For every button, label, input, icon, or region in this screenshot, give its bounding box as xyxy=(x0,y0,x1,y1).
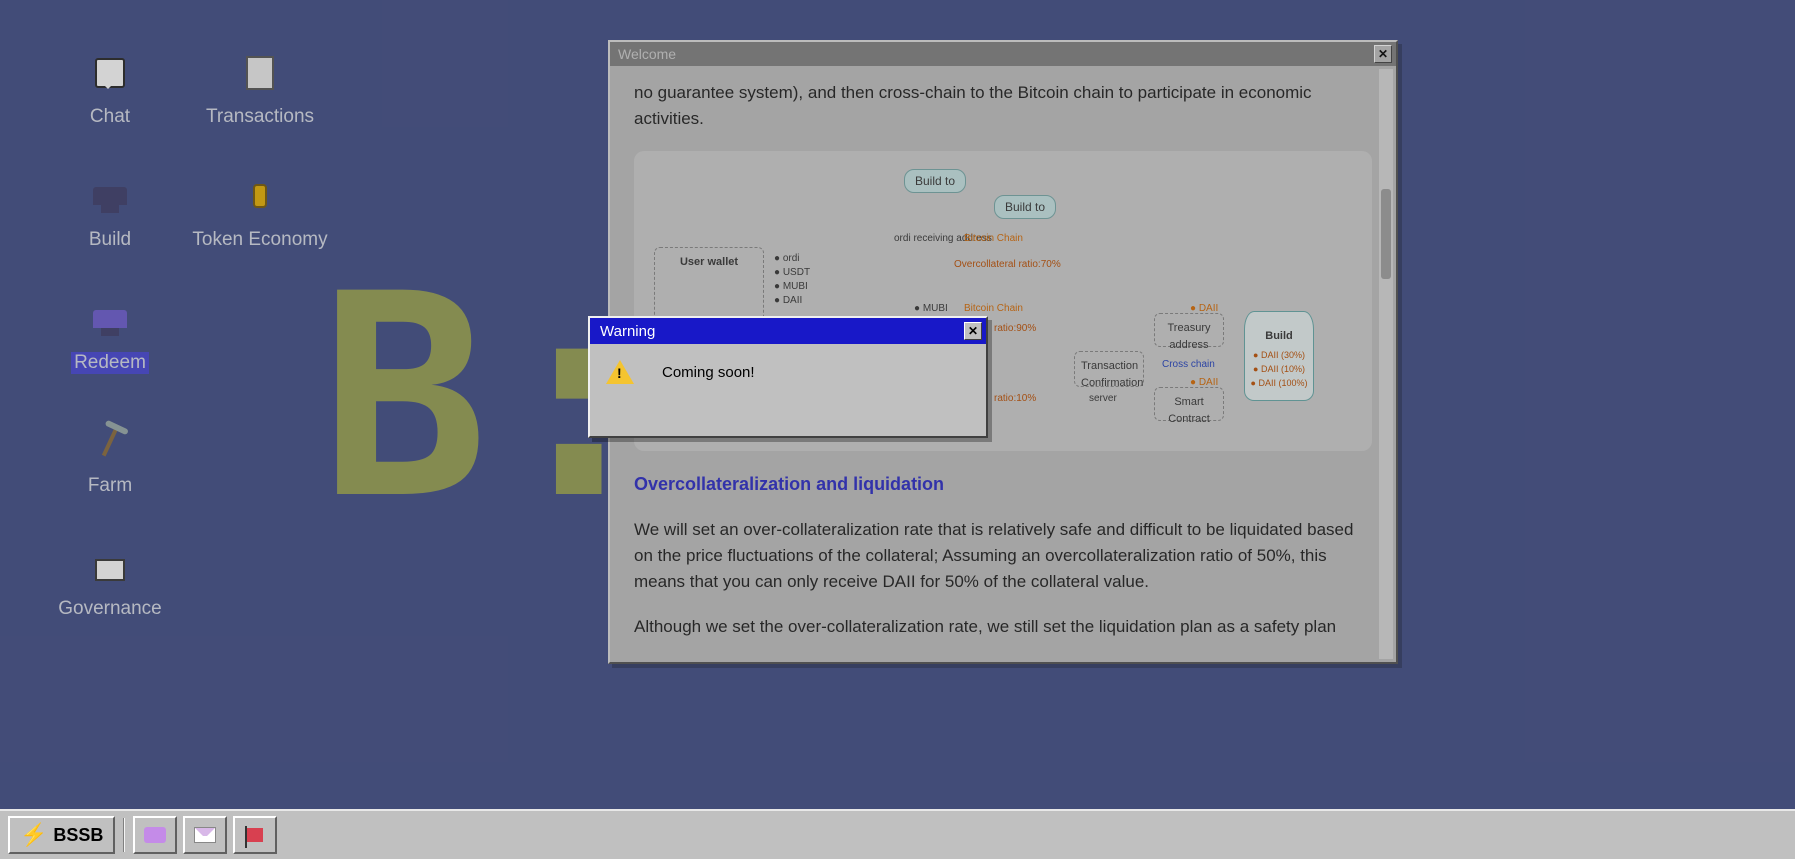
icon-label: Build xyxy=(89,229,131,251)
build-icon xyxy=(85,173,135,219)
desktop-icon-farm[interactable]: Farm xyxy=(40,419,180,497)
taskbar-messages-button[interactable] xyxy=(133,816,177,854)
paragraph: Although we set the over-collateralizati… xyxy=(634,614,1372,640)
pickaxe-icon xyxy=(85,419,135,465)
taskbar: ⚡ BSSB xyxy=(0,809,1795,859)
flag-icon xyxy=(247,828,263,842)
coin-icon xyxy=(235,173,285,219)
welcome-titlebar[interactable]: Welcome ✕ xyxy=(610,42,1396,66)
icon-label: Transactions xyxy=(206,106,314,128)
lightning-icon: ⚡ xyxy=(20,822,47,848)
modal-title: Warning xyxy=(600,323,655,340)
start-label: BSSB xyxy=(53,825,103,846)
section-heading: Overcollateralization and liquidation xyxy=(634,471,1372,499)
redeem-icon xyxy=(85,296,135,342)
diagram-cylinder-build: Build ● DAII (30%) ● DAII (10%) ● DAII (… xyxy=(1244,311,1314,401)
scrollbar[interactable] xyxy=(1379,69,1393,659)
desktop-icon-redeem[interactable]: Redeem xyxy=(40,296,180,374)
close-button[interactable]: ✕ xyxy=(1374,45,1392,63)
warning-modal: Warning ✕ Coming soon! xyxy=(588,316,988,438)
document-icon xyxy=(235,50,285,96)
warning-message: Coming soon! xyxy=(662,364,755,381)
start-button[interactable]: ⚡ BSSB xyxy=(8,816,115,854)
desktop-icons: Chat Transactions Build Token Economy Re… xyxy=(40,50,370,620)
message-icon xyxy=(144,827,166,843)
close-button[interactable]: ✕ xyxy=(964,322,982,340)
mail-icon xyxy=(194,827,216,843)
icon-label: Token Economy xyxy=(192,229,327,251)
desktop-icon-transactions[interactable]: Transactions xyxy=(190,50,330,128)
diagram-box-tx: Transaction Confirmation xyxy=(1074,351,1144,387)
diagram-pill: Build to xyxy=(994,195,1056,220)
scrollbar-thumb[interactable] xyxy=(1381,189,1391,279)
warning-titlebar[interactable]: Warning ✕ xyxy=(590,318,986,344)
desktop-icon-governance[interactable]: Governance xyxy=(40,542,180,620)
close-icon: ✕ xyxy=(1378,47,1388,61)
governance-icon xyxy=(85,542,135,588)
diagram-text: Bitcoin Chain xyxy=(964,231,1023,247)
warning-body: Coming soon! xyxy=(590,344,986,400)
desktop-icon-build[interactable]: Build xyxy=(40,173,180,251)
taskbar-flag-button[interactable] xyxy=(233,816,277,854)
diagram-pill: Build to xyxy=(904,169,966,194)
diagram-box-contract: Smart Contract xyxy=(1154,387,1224,421)
diagram-text: Overcollateral ratio:70% xyxy=(954,257,1061,273)
diagram-box-wallet: User wallet xyxy=(654,247,764,327)
icon-label: Governance xyxy=(58,598,162,620)
icon-label: Farm xyxy=(88,475,132,497)
window-title: Welcome xyxy=(618,46,676,62)
close-icon: ✕ xyxy=(968,324,978,338)
icon-label: Chat xyxy=(90,106,130,128)
paragraph: We will set an over-collateralization ra… xyxy=(634,517,1372,596)
icon-label: Redeem xyxy=(71,352,149,374)
taskbar-divider xyxy=(123,818,125,852)
desktop-icon-chat[interactable]: Chat xyxy=(40,50,180,128)
warning-icon xyxy=(606,360,634,384)
diagram-box-treasury: Treasury address xyxy=(1154,313,1224,347)
chat-icon xyxy=(85,50,135,96)
intro-text: no guarantee system), and then cross-cha… xyxy=(634,80,1372,133)
taskbar-mail-button[interactable] xyxy=(183,816,227,854)
desktop-icon-token-economy[interactable]: Token Economy xyxy=(190,173,330,251)
